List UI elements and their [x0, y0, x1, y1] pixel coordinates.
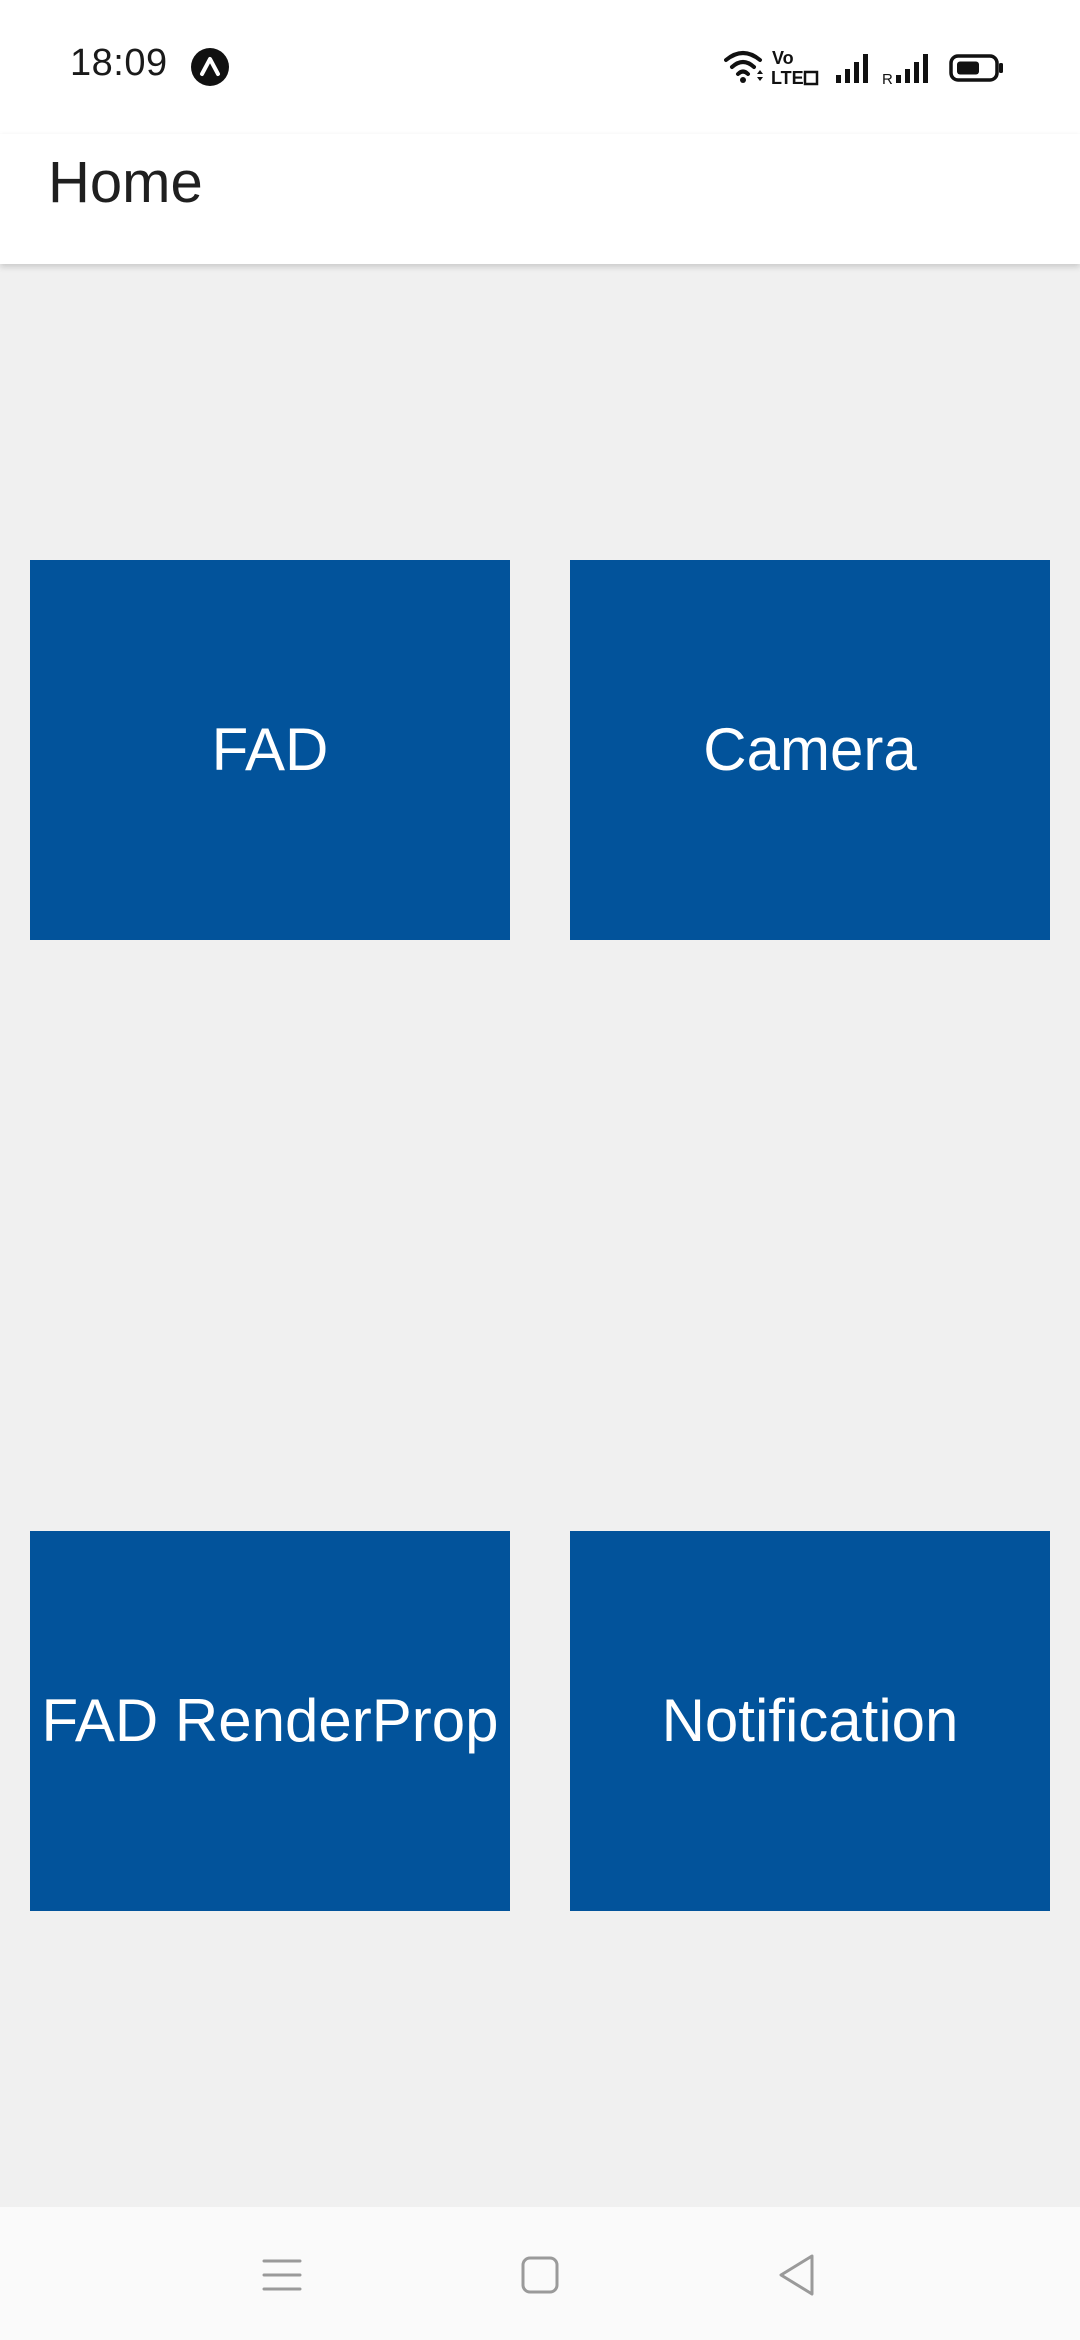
- fad-renderprop-button-label: FAD RenderProp: [41, 1687, 499, 1754]
- svg-text:Vo: Vo: [772, 48, 794, 68]
- svg-text:R: R: [882, 71, 893, 88]
- camera-button-label: Camera: [703, 716, 917, 783]
- fad-button-label: FAD: [211, 716, 329, 783]
- status-time: 18:09: [70, 42, 168, 84]
- menu-icon[interactable]: [252, 2247, 312, 2303]
- roaming-signal-icon: R: [882, 54, 928, 88]
- battery-icon: [949, 54, 1003, 82]
- signal-icon: [836, 54, 868, 83]
- fad-renderprop-button[interactable]: FAD RenderProp: [30, 1531, 510, 1911]
- volte-icon: Vo LTE: [771, 48, 819, 88]
- content-area: [0, 264, 1080, 2207]
- svg-text:LTE: LTE: [771, 68, 804, 88]
- notification-button[interactable]: Notification: [570, 1531, 1050, 1911]
- back-icon[interactable]: [766, 2247, 826, 2303]
- wifi-icon: [724, 51, 763, 83]
- camera-button[interactable]: Camera: [570, 560, 1050, 940]
- notification-button-label: Notification: [661, 1687, 959, 1754]
- fad-button[interactable]: FAD: [30, 560, 510, 940]
- expo-caret-icon: [190, 47, 230, 87]
- status-icons: Vo LTE R: [724, 44, 1014, 90]
- home-icon[interactable]: [510, 2247, 570, 2303]
- page-title: Home: [48, 150, 203, 215]
